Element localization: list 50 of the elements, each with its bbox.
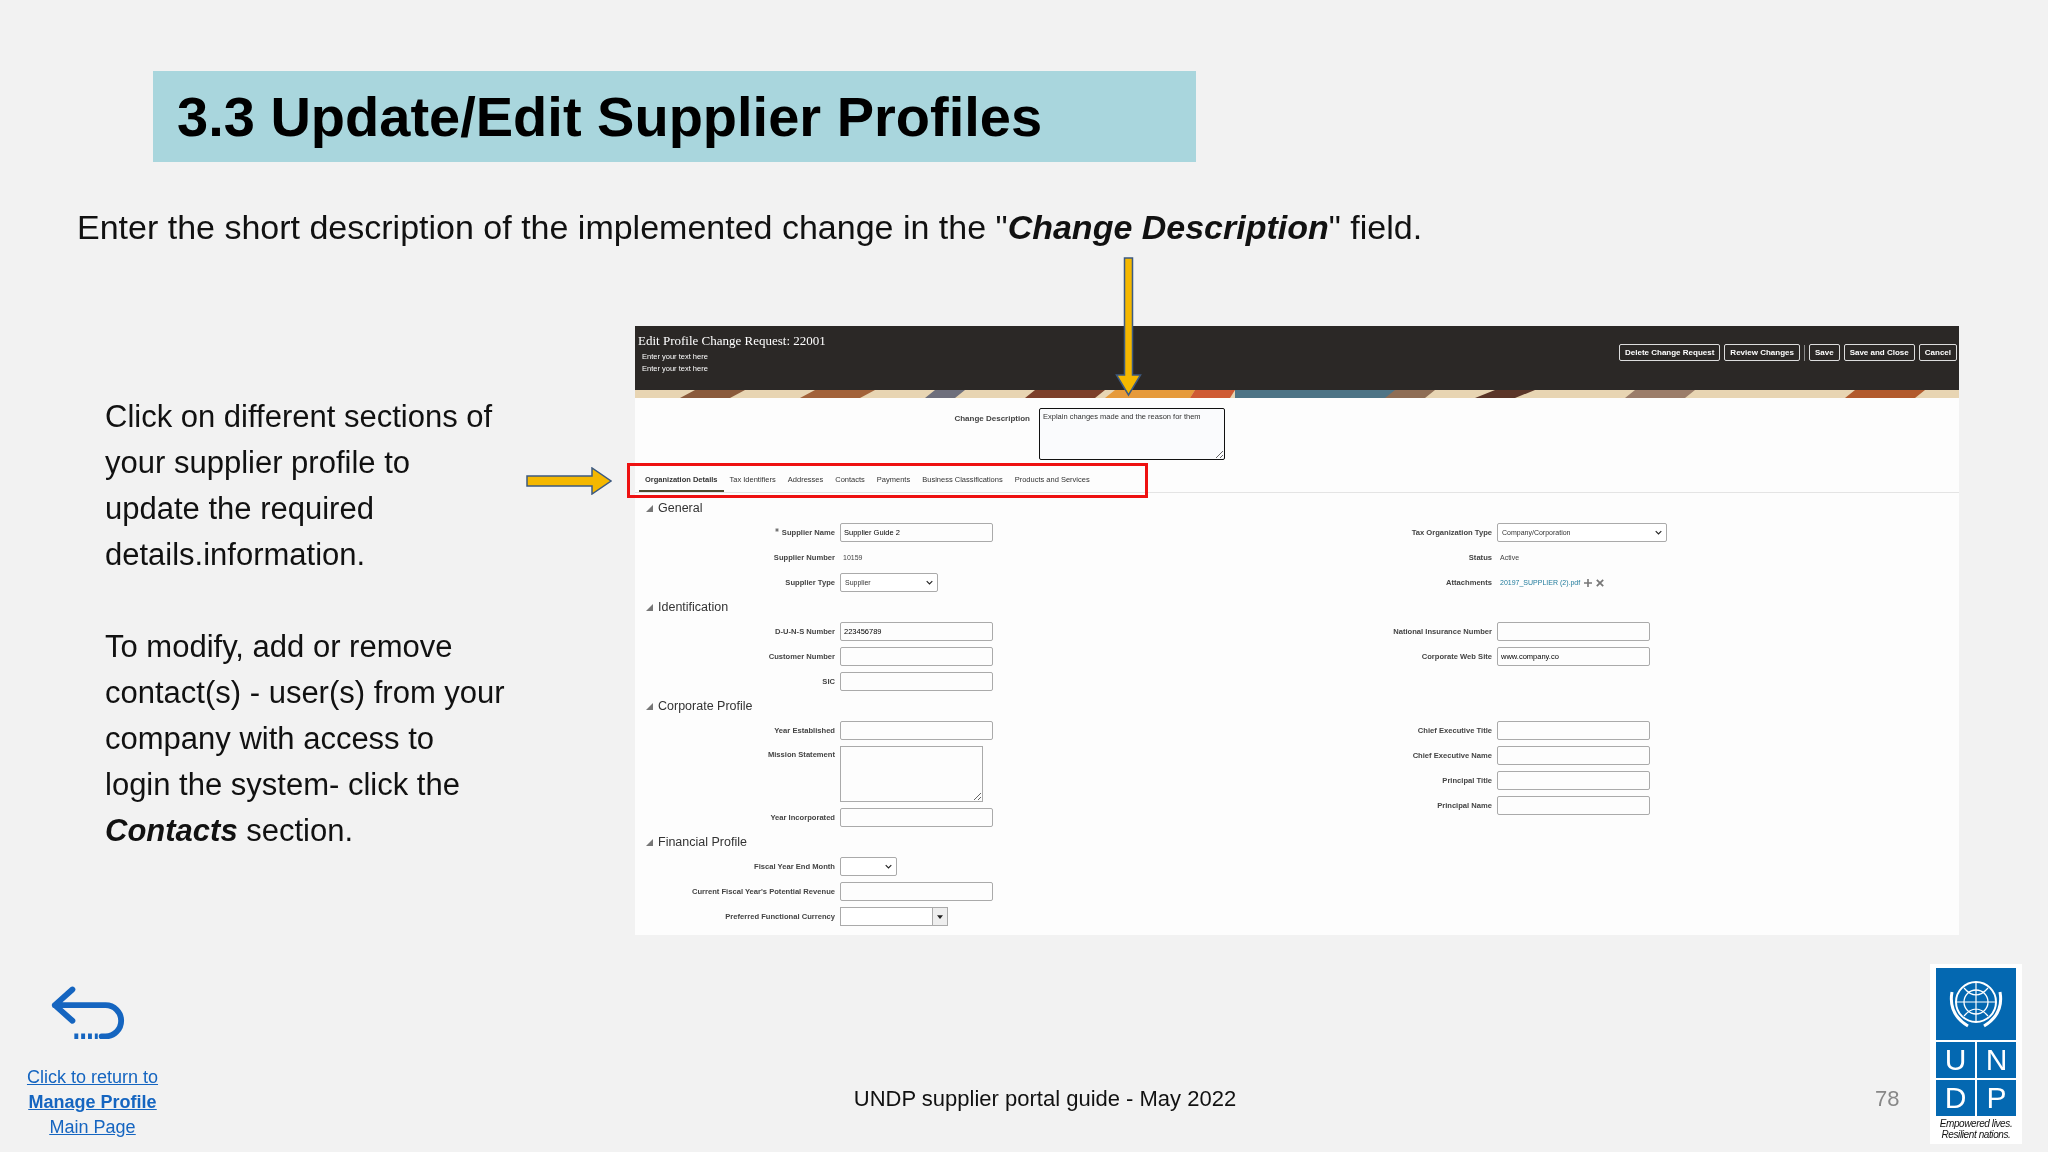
text-area[interactable] xyxy=(840,746,983,802)
field-label: Change Description xyxy=(953,414,1030,423)
input-field[interactable] xyxy=(840,672,993,691)
input-field[interactable] xyxy=(840,721,993,740)
page-number: 78 xyxy=(1875,1086,1901,1113)
return-link[interactable]: Click to return to Manage Profile Main Page xyxy=(26,1065,158,1140)
logo-letter: D xyxy=(1936,1080,1975,1116)
collapse-icon[interactable] xyxy=(646,504,653,512)
chevron-down-icon[interactable] xyxy=(885,864,892,869)
header-button[interactable]: Save and Close xyxy=(1843,344,1915,361)
instruction-text: Enter the short description of the implemented change in the "Change Description" field. xyxy=(77,208,1424,246)
chevron-down-icon[interactable] xyxy=(926,580,933,585)
section-title: Financial Profile xyxy=(658,835,747,849)
right-arrow-icon xyxy=(526,467,612,495)
section-title: Corporate Profile xyxy=(658,699,753,713)
input-field[interactable] xyxy=(1497,622,1650,641)
dropdown-icon[interactable] xyxy=(937,914,943,919)
input-field[interactable] xyxy=(840,647,993,666)
input-field[interactable] xyxy=(1497,721,1650,740)
input-field[interactable] xyxy=(1497,796,1650,815)
close-icon[interactable] xyxy=(1596,578,1605,587)
combo-field[interactable] xyxy=(840,907,948,926)
collapse-icon[interactable] xyxy=(646,838,653,846)
input-field[interactable] xyxy=(1497,746,1650,765)
page-title: Edit Profile Change Request: 22001 xyxy=(638,333,826,349)
globe-emblem-icon xyxy=(1936,968,2016,1040)
header-button[interactable]: Review Changes xyxy=(1724,344,1800,361)
logo-tagline: Resilient nations. xyxy=(1941,1129,2011,1140)
logo-letter: N xyxy=(1977,1042,2016,1078)
input-field[interactable] xyxy=(840,882,993,901)
input-field[interactable] xyxy=(840,808,993,827)
header-button[interactable]: Delete Change Request xyxy=(1619,344,1721,361)
section-title: General xyxy=(658,501,703,515)
chevron-down-icon[interactable] xyxy=(1655,530,1662,535)
slide-title: 3.3 Update/Edit Supplier Profiles xyxy=(177,84,1043,149)
header-button[interactable]: Save xyxy=(1808,344,1840,361)
note-paragraph: To modify, add or remove contact(s) - user(s) from your company with access to login the system- click the Contacts section. xyxy=(105,628,505,850)
input-field[interactable] xyxy=(1497,771,1650,790)
collapse-icon[interactable] xyxy=(646,603,653,611)
note-paragraph: Click on different sections of your supplier profile to update the required details.information. xyxy=(105,398,494,574)
logo-tagline: Empowered lives. xyxy=(1939,1118,2013,1129)
add-icon[interactable] xyxy=(1584,578,1593,587)
section-title: Identification xyxy=(658,600,729,614)
footer-text: UNDP supplier portal guide - May 2022 xyxy=(852,1086,1238,1113)
down-arrow-icon xyxy=(1115,257,1142,397)
collapse-icon[interactable] xyxy=(646,702,653,710)
dropdown-field[interactable] xyxy=(840,857,897,876)
logo-letter: U xyxy=(1936,1042,1975,1078)
logo-letter: P xyxy=(1977,1080,2016,1116)
header-button[interactable]: Cancel xyxy=(1918,344,1957,361)
